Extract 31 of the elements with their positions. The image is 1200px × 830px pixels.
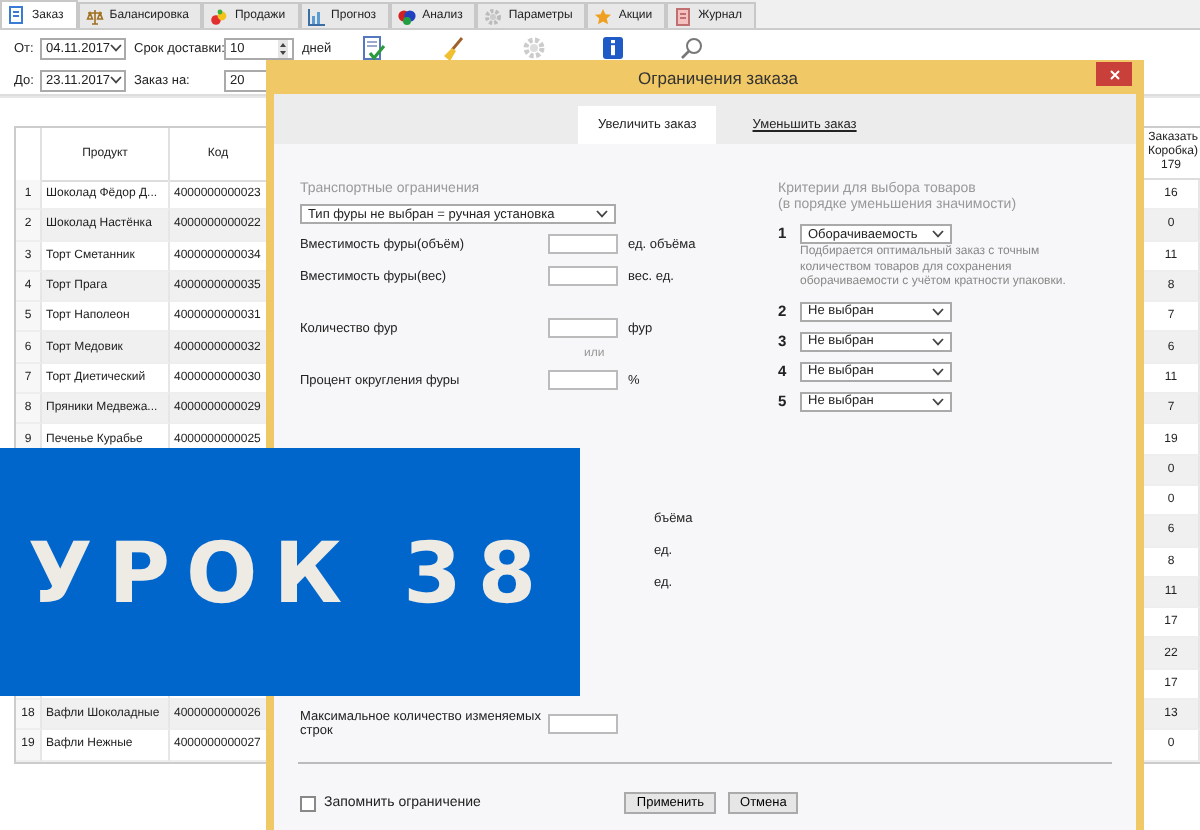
close-icon xyxy=(1109,69,1119,79)
scales-icon xyxy=(85,7,104,25)
bar-chart-icon xyxy=(307,7,326,25)
close-button[interactable] xyxy=(1096,62,1132,86)
input-field[interactable] xyxy=(548,714,618,734)
star-icon xyxy=(594,7,613,25)
dialog-title: Ограничения заказа xyxy=(638,67,798,87)
caret-icon xyxy=(110,44,123,52)
caret-icon xyxy=(110,76,123,84)
input-field[interactable] xyxy=(548,234,618,254)
document-icon xyxy=(8,6,26,24)
circles-icon xyxy=(398,7,417,25)
info-icon[interactable] xyxy=(602,36,624,60)
input-field[interactable] xyxy=(548,266,618,286)
caret-icon xyxy=(932,230,944,238)
search-icon[interactable] xyxy=(680,36,704,60)
caret-icon xyxy=(932,397,944,405)
fruit-icon xyxy=(210,7,229,25)
document-check-icon[interactable] xyxy=(362,35,386,61)
gear-icon xyxy=(484,7,503,25)
caret-icon xyxy=(932,307,944,315)
banner-text: УРОК 38 xyxy=(27,523,553,621)
caret-icon xyxy=(932,337,944,345)
broom-icon[interactable] xyxy=(442,35,466,61)
checkbox[interactable] xyxy=(300,795,316,811)
caret-icon xyxy=(932,367,944,375)
spinner-icon xyxy=(278,39,288,57)
notebook-icon xyxy=(674,7,693,25)
input-field[interactable] xyxy=(548,318,618,338)
input-field[interactable] xyxy=(548,370,618,390)
caret-icon xyxy=(596,210,608,218)
